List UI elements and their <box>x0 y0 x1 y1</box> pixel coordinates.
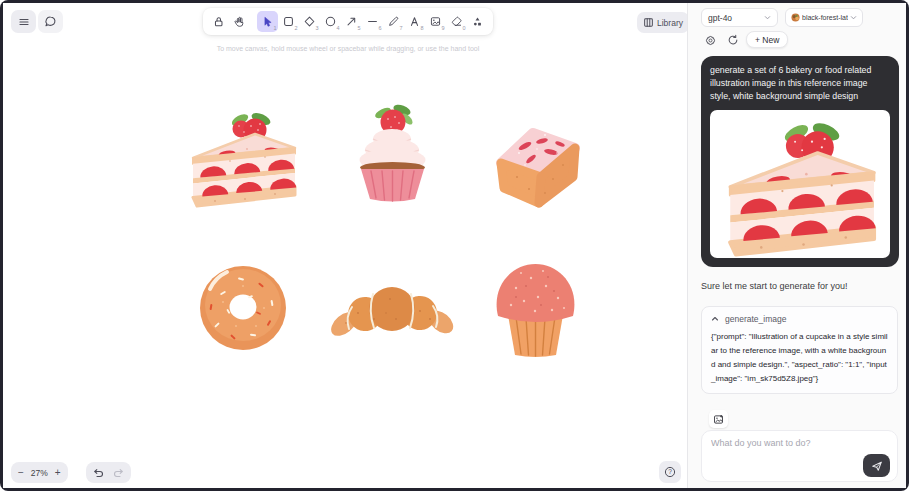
tool-ellipse[interactable]: 4 <box>320 11 341 32</box>
new-chat-button[interactable]: + New <box>746 31 788 48</box>
text-icon <box>408 15 421 28</box>
illustration-strawberry-loaf-cake[interactable] <box>487 113 585 214</box>
tool-arrow[interactable]: 5 <box>341 11 362 32</box>
zoom-out-button[interactable]: − <box>18 467 24 478</box>
tool-call-name: generate_image <box>725 314 786 324</box>
chat-toggle-button[interactable] <box>38 10 63 33</box>
chevron-down-icon <box>764 14 771 21</box>
image-plus-icon <box>713 414 724 425</box>
chevron-up-icon <box>711 315 719 323</box>
reference-image[interactable] <box>710 110 890 258</box>
chat-input[interactable] <box>711 438 861 464</box>
attach-image-button[interactable] <box>709 410 728 428</box>
tool-rectangle[interactable]: 2 <box>278 11 299 32</box>
tool-hand[interactable] <box>229 11 250 32</box>
zoom-level[interactable]: 27% <box>31 468 48 478</box>
user-message-text: generate a set of 6 bakery or food relat… <box>710 64 890 103</box>
assistant-message: Sure let me start to generate for you! <box>701 281 848 291</box>
library-label: Library <box>657 18 683 28</box>
lock-icon <box>212 15 225 28</box>
tool-selection[interactable]: 1 <box>257 11 278 32</box>
ellipse-icon <box>324 15 337 28</box>
diamond-icon <box>303 15 316 28</box>
chat-input-container <box>701 430 898 482</box>
tool-draw[interactable]: 7 <box>383 11 404 32</box>
image-model-value: black-forest-lat <box>802 14 848 21</box>
zoom-in-button[interactable]: + <box>55 467 61 478</box>
illustration-donut[interactable] <box>196 258 290 359</box>
line-icon <box>366 15 379 28</box>
chevron-down-icon <box>850 14 857 21</box>
history-button[interactable] <box>725 32 741 48</box>
illustration-strawberry-cake-slice[interactable] <box>185 100 300 216</box>
chat-model-select[interactable]: gpt-4o <box>701 8 778 27</box>
image-model-select[interactable]: black-forest-lat <box>785 8 863 27</box>
chat-bubble-icon <box>44 15 57 28</box>
undo-icon[interactable] <box>92 467 104 479</box>
canvas-area[interactable]: 1 2 3 4 5 6 7 <box>3 3 687 488</box>
illustration-croissant[interactable] <box>330 267 455 356</box>
canvas-hint: To move canvas, hold mouse wheel or spac… <box>108 45 588 52</box>
zoom-control: − 27% + <box>11 462 68 483</box>
help-icon: ? <box>664 466 676 478</box>
library-button[interactable]: Library <box>637 12 687 33</box>
chat-model-value: gpt-4o <box>708 13 761 23</box>
new-chat-label: + New <box>755 35 779 45</box>
cursor-icon <box>261 15 274 28</box>
chat-sidebar: gpt-4o black-forest-lat + New generate a… <box>687 3 906 488</box>
tool-call-header[interactable]: generate_image <box>711 314 888 324</box>
gear-icon <box>704 34 717 47</box>
send-button[interactable] <box>863 454 890 477</box>
library-icon <box>643 17 654 28</box>
svg-text:?: ? <box>668 468 672 475</box>
illustration-muffin[interactable] <box>486 253 585 365</box>
restore-icon <box>727 34 739 46</box>
arrow-icon <box>345 15 358 28</box>
illustration-strawberry-cupcake[interactable] <box>345 97 440 207</box>
tool-call-arguments: {"prompt": "Illustration of a cupcake in… <box>711 330 888 386</box>
pencil-icon <box>387 15 400 28</box>
app-window: 1 2 3 4 5 6 7 <box>0 0 909 491</box>
tool-lock[interactable] <box>208 11 229 32</box>
tool-more-shapes[interactable] <box>467 11 488 32</box>
image-model-logo <box>791 13 800 22</box>
redo-icon[interactable] <box>113 467 125 479</box>
hamburger-icon <box>18 16 30 28</box>
image-icon <box>429 15 442 28</box>
tool-eraser[interactable]: 0 <box>446 11 467 32</box>
shapes-icon <box>471 15 484 28</box>
hand-icon <box>233 15 246 28</box>
history-controls <box>86 462 131 483</box>
tool-image[interactable]: 9 <box>425 11 446 32</box>
rectangle-icon <box>282 15 295 28</box>
user-message-bubble: generate a set of 6 bakery or food relat… <box>701 56 899 267</box>
send-icon <box>871 460 883 472</box>
tool-palette: 1 2 3 4 5 6 7 <box>203 8 493 35</box>
settings-button[interactable] <box>702 32 718 48</box>
tool-line[interactable]: 6 <box>362 11 383 32</box>
menu-button[interactable] <box>11 10 36 33</box>
help-button[interactable]: ? <box>659 461 681 483</box>
tool-diamond[interactable]: 3 <box>299 11 320 32</box>
tool-text[interactable]: 8 <box>404 11 425 32</box>
eraser-icon <box>450 15 463 28</box>
tool-call-card: generate_image {"prompt": "Illustration … <box>701 306 898 394</box>
